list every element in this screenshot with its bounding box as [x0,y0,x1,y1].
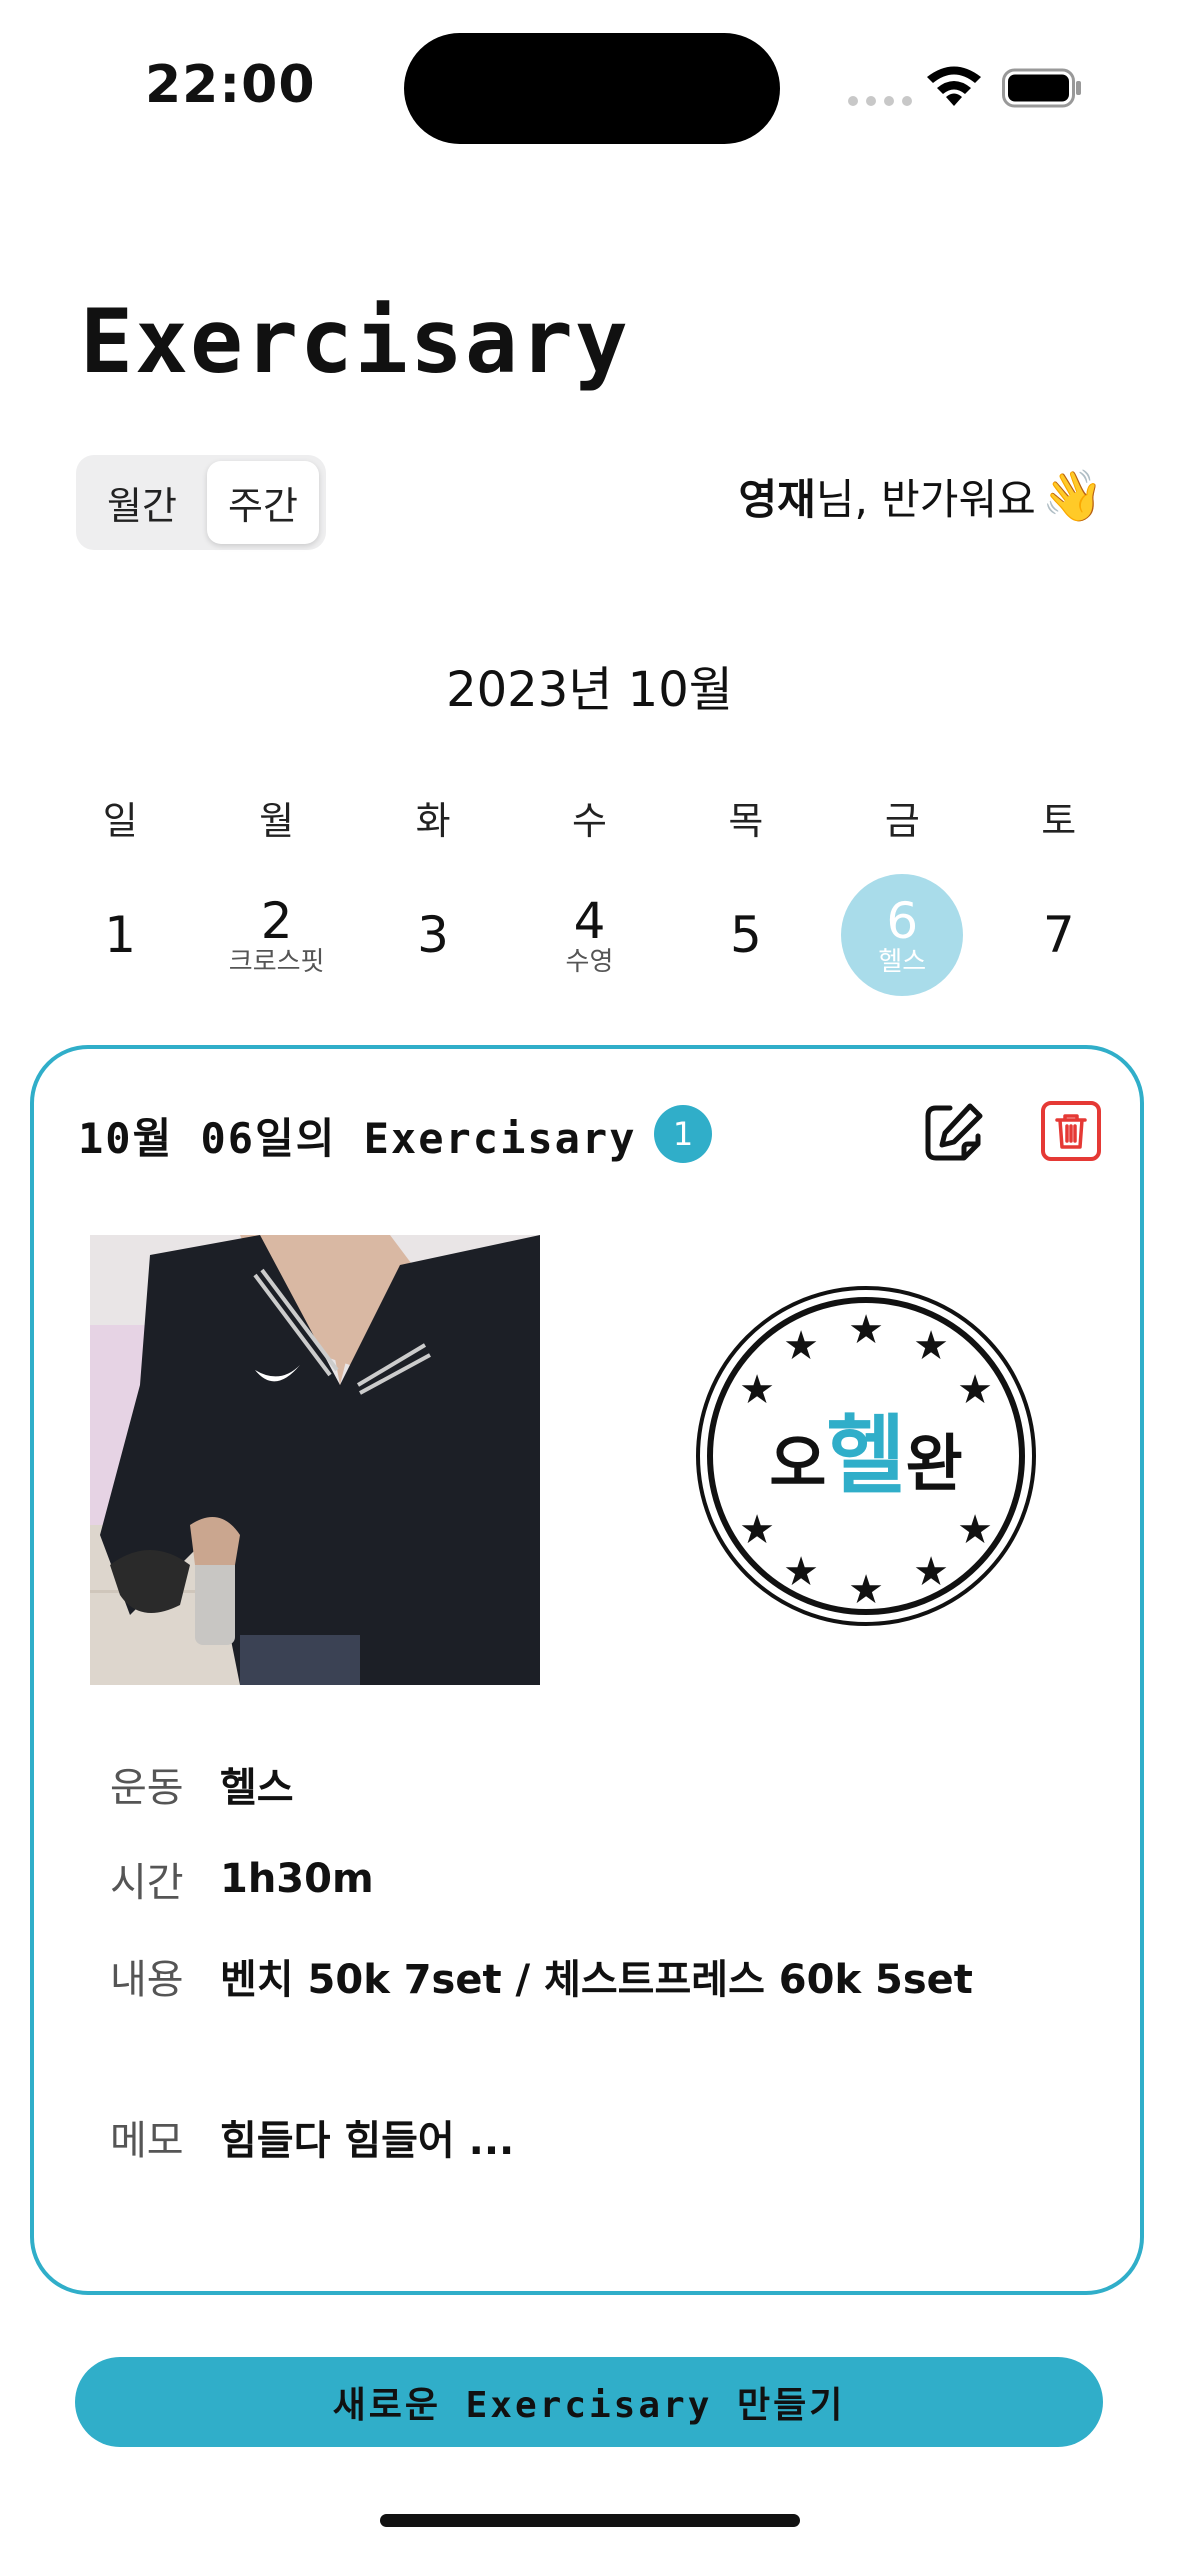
home-indicator [380,2514,800,2527]
new-exercisary-button[interactable]: 새로운 Exercisary 만들기 [75,2357,1103,2447]
svg-text:★: ★ [739,1507,775,1553]
day-exercise-tag: 헬스 [878,947,927,977]
calendar-day[interactable]: 2 크로스핏 [198,870,354,1000]
calendar-day[interactable]: 7 [981,870,1137,1000]
day-number: 6 [886,892,919,950]
field-value: 힘들다 힘들어 ... [220,2118,515,2164]
field-value: 벤치 50k 7set / 체스트프레스 60k 5set [220,1957,973,2003]
status-time: 22:00 [145,55,316,115]
day-exercise-tag: 크로스핏 [228,947,325,977]
field-content: 내용 벤치 50k 7set / 체스트프레스 60k 5set [110,1947,973,2005]
weekday-label: 수 [571,799,607,843]
greeting-text: 님, 반가워요 [815,475,1036,524]
toggle-month-button[interactable]: 월간 [86,461,198,544]
svg-text:★: ★ [739,1367,775,1413]
svg-text:★: ★ [848,1567,884,1613]
day-number: 5 [729,906,762,964]
field-label: 내용 [110,1957,184,2003]
field-time: 시간 1h30m [110,1850,374,1908]
svg-text:★: ★ [848,1307,884,1353]
calendar-day[interactable]: 4 수영 [511,870,667,1000]
field-value: 헬스 [220,1765,294,1811]
calendar-day[interactable]: 5 [668,870,824,1000]
exercise-photo[interactable] [90,1235,540,1685]
entry-title: 10월 06일의 Exercisary [78,1114,637,1163]
calendar-month-label: 2023년 10월 [446,662,733,718]
waving-hand-icon: 👋 [1041,467,1104,525]
entry-count-badge: 1 [654,1105,712,1163]
field-value: 1h30m [220,1856,374,1902]
day-number: 7 [1042,906,1075,964]
calendar-day-selected[interactable]: 6 헬스 [824,870,980,1000]
weekday-label: 화 [415,799,451,843]
view-toggle: 월간 주간 [76,455,326,550]
stamp-text-post: 완 [906,1427,963,1500]
wifi-icon [927,66,981,106]
weekday-label: 일 [102,799,138,843]
dynamic-island [404,33,780,144]
weekday-label: 금 [884,799,920,843]
field-exercise: 운동 헬스 [110,1755,294,1813]
week-days: 1 2 크로스핏 3 4 수영 5 6 헬스 7 [42,870,1137,1000]
edit-icon[interactable] [920,1100,986,1166]
cellular-signal-icon [848,96,912,106]
weekday-header: 일 월 화 수 목 금 토 [42,790,1137,845]
weekday-label: 월 [259,799,295,843]
stamp-text-mid: 헬 [826,1406,905,1506]
day-number: 4 [573,892,606,950]
svg-text:★: ★ [783,1323,819,1369]
weekday-label: 목 [728,799,764,843]
app-title: Exercisary [80,290,630,393]
day-number: 2 [260,892,293,950]
stamp-text-pre: 오 [769,1427,826,1500]
toggle-week-button[interactable]: 주간 [207,461,319,544]
svg-text:★: ★ [783,1549,819,1595]
field-label: 시간 [110,1860,184,1906]
svg-text:★: ★ [913,1323,949,1369]
day-number: 1 [104,906,137,964]
trash-icon[interactable] [1040,1100,1102,1162]
battery-icon [1002,68,1081,108]
field-label: 운동 [110,1765,184,1811]
day-number: 3 [417,906,449,964]
field-memo: 메모 힘들다 힘들어 ... [110,2108,514,2166]
calendar-day[interactable]: 3 [355,870,511,1000]
field-label: 메모 [110,2118,184,2164]
svg-text:★: ★ [957,1367,993,1413]
user-name: 영재 [738,475,816,524]
weekday-label: 토 [1041,799,1077,843]
workout-complete-stamp: ★ ★ ★ ★ ★ ★ ★ ★ ★ ★ 오헬완 [696,1286,1036,1626]
svg-text:★: ★ [913,1549,949,1595]
greeting: 영재님, 반가워요 👋 [739,466,1104,527]
calendar-day[interactable]: 1 [42,870,198,1000]
svg-text:★: ★ [957,1507,993,1553]
day-exercise-tag: 수영 [565,947,614,977]
